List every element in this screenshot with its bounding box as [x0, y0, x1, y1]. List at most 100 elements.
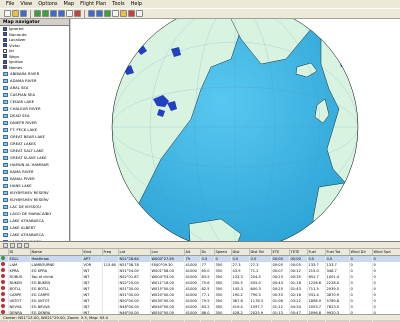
- tree-item[interactable]: LAKE ATHABASCA: [0, 217, 69, 224]
- airport-icon: [1, 255, 5, 260]
- tree-item[interactable]: GREAT LAKES: [0, 140, 69, 147]
- lake-icon: [3, 120, 8, 125]
- menu-view[interactable]: View: [17, 0, 35, 9]
- grid-icon[interactable]: [112, 10, 119, 17]
- map-view[interactable]: [71, 19, 400, 241]
- waypoint-icon: [1, 279, 5, 284]
- lake-icon: [3, 162, 8, 167]
- print-icon[interactable]: [136, 10, 143, 17]
- globe-map[interactable]: [71, 19, 400, 241]
- tree-item-label: GREAT LAKES: [10, 141, 36, 146]
- checkbox-icon[interactable]: [3, 54, 7, 59]
- tree-item[interactable]: LAGO DE MARACAIBO: [0, 210, 69, 217]
- status-bar: Center: N51°13.00, W021°29.00, Zoom: 3.3…: [0, 314, 400, 320]
- lake-icon: [3, 134, 8, 139]
- tree-item-label: LAKE ATHABASCA: [10, 232, 44, 237]
- lake-tree: ABIBARA RIVER ADAMA RIVER ARAL SEA CASPIAN …: [0, 70, 69, 241]
- new-icon[interactable]: [4, 10, 11, 17]
- checkbox-icon[interactable]: [3, 37, 7, 42]
- tree-item-label: LAKE ATHABASCA: [10, 218, 44, 223]
- menu-help[interactable]: Help: [128, 0, 145, 9]
- tree-item[interactable]: CHALEUR RIVER: [0, 105, 69, 112]
- add-icon[interactable]: [3, 242, 8, 248]
- tree-item[interactable]: CASPIAN SEA: [0, 91, 69, 98]
- save-icon[interactable]: [20, 10, 27, 17]
- flight-plan-grid: ID Name Kind Freq Lat Lon Alt Dc Speed Dist Dist T…: [0, 241, 400, 322]
- checkbox-icon[interactable]: [3, 48, 7, 53]
- tree-item[interactable]: KAMA RIVER: [0, 168, 69, 175]
- tree-item-label: FT. PECK LAKE: [10, 127, 38, 132]
- ndb-icon[interactable]: [58, 10, 65, 17]
- waypoint-icon: [1, 309, 5, 314]
- africa: [312, 178, 358, 241]
- tree-item-label: KUYBYSHEV RESERV: [10, 190, 49, 195]
- tree-item[interactable]: CEDAR LAKE: [0, 98, 69, 105]
- tree-item[interactable]: HANS LAKE: [0, 182, 69, 189]
- open-icon[interactable]: [12, 10, 19, 17]
- lake-icon: [3, 85, 8, 90]
- down-icon[interactable]: [24, 242, 29, 248]
- tree-item-label: LAGO DE MARACAIBO: [10, 211, 52, 216]
- tree-item[interactable]: GREAT SLAVE LAKE: [0, 154, 69, 161]
- waypoint-icon: [1, 297, 5, 302]
- airway-icon[interactable]: [74, 10, 81, 17]
- zoom-out-icon[interactable]: [96, 10, 103, 17]
- tree-item[interactable]: GREAT BEAR LAKE: [0, 133, 69, 140]
- tree-item-label: HAMUN AL HAMMAR: [10, 162, 49, 167]
- menu-options[interactable]: Options: [35, 0, 60, 9]
- tree-item[interactable]: HAMUN AL HAMMAR: [0, 161, 69, 168]
- tree-item[interactable]: ABIBARA RIVER: [0, 70, 69, 77]
- tree-item[interactable]: ARAL SEA: [0, 84, 69, 91]
- checkbox-icon[interactable]: [3, 65, 7, 70]
- tree-item[interactable]: KUYBYSHEV RESERV: [0, 196, 69, 203]
- checkbox-icon[interactable]: [3, 26, 7, 31]
- intersection-icon[interactable]: [66, 10, 73, 17]
- tree-item[interactable]: LAKE ATHABASCA: [0, 231, 69, 238]
- table-cell: 115.60: [102, 261, 119, 268]
- lake-icon: [3, 106, 8, 111]
- vor-icon[interactable]: [50, 10, 57, 17]
- tree-item[interactable]: FT. PECK LAKE: [0, 126, 69, 133]
- tree-item-label: KANAL PIVER: [10, 176, 35, 181]
- zoom-in-icon[interactable]: [88, 10, 95, 17]
- menu-flight-plan[interactable]: Flight Plan: [77, 0, 109, 9]
- tree-item-label: LAKE ALBERT: [10, 225, 36, 230]
- checkbox-icon[interactable]: [3, 43, 7, 48]
- toolbar-divider: [84, 9, 85, 18]
- route-icon[interactable]: [120, 10, 127, 17]
- airport-icon[interactable]: [42, 10, 49, 17]
- lake-icon: [3, 211, 8, 216]
- lake-icon: [3, 92, 8, 97]
- wind-icon[interactable]: [128, 10, 135, 17]
- tree-item[interactable]: LAKE ALBERT: [0, 224, 69, 231]
- toolbar: [0, 9, 400, 19]
- tree-item-label: LAC DE KOSSOU: [10, 204, 41, 209]
- waypoint-icon: [1, 291, 5, 296]
- lake-icon: [3, 127, 8, 132]
- tree-item[interactable]: ADAMA RIVER: [0, 77, 69, 84]
- menu-map[interactable]: Map: [61, 0, 78, 9]
- menu-file[interactable]: File: [3, 0, 17, 9]
- tree-item-label: GREAT BEAR LAKE: [10, 134, 45, 139]
- checkbox-icon[interactable]: [3, 59, 7, 64]
- delete-icon[interactable]: [10, 242, 15, 248]
- tree-item[interactable]: DEAD SEA: [0, 112, 69, 119]
- globe-icon[interactable]: [104, 10, 111, 17]
- tree-item[interactable]: DNIEPR RIVER: [0, 119, 69, 126]
- plane-icon[interactable]: [34, 10, 41, 17]
- waypoint-icon: [1, 285, 5, 290]
- tree-item[interactable]: GREAT SALT LAKE: [0, 147, 69, 154]
- tree-item[interactable]: KANAL PIVER: [0, 175, 69, 182]
- tree-item-label: DEAD SEA: [10, 113, 30, 118]
- lake-icon: [3, 190, 8, 195]
- tree-item-label: CASPIAN SEA: [10, 92, 36, 97]
- toolbar-divider: [30, 9, 31, 18]
- checkbox-icon[interactable]: [3, 32, 7, 37]
- tree-item[interactable]: KUYBYSHEV RESERV: [0, 189, 69, 196]
- tree-item-label: KAMA RIVER: [10, 169, 34, 174]
- menu-bar: File View Options Map Flight Plan Tools …: [0, 0, 400, 9]
- tree-item[interactable]: LAC DE KOSSOU: [0, 203, 69, 210]
- menu-tools[interactable]: Tools: [109, 0, 127, 9]
- layer-list: Ignored Nonroute Localizer Victor Jet Ways Ign…: [0, 26, 69, 70]
- up-icon[interactable]: [17, 242, 22, 248]
